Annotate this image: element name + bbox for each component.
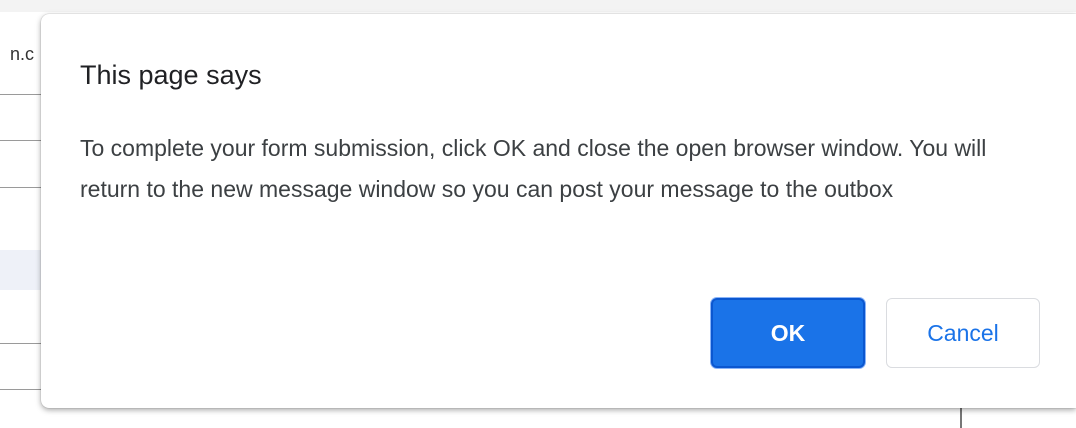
- ok-button[interactable]: OK: [711, 298, 865, 368]
- cancel-button[interactable]: Cancel: [886, 298, 1040, 368]
- background-divider: [0, 343, 44, 344]
- background-divider: [0, 94, 44, 95]
- dialog-message: To complete your form submission, click …: [80, 135, 987, 202]
- background-divider: [0, 140, 44, 141]
- dialog-title: This page says: [80, 60, 262, 90]
- background-divider: [0, 187, 44, 188]
- background-panel: [0, 250, 44, 290]
- background-divider: [0, 389, 44, 390]
- background-top-strip: [0, 0, 1076, 12]
- alert-dialog: This page says To complete your form sub…: [41, 14, 1076, 408]
- background-url-fragment: n.c: [10, 44, 35, 64]
